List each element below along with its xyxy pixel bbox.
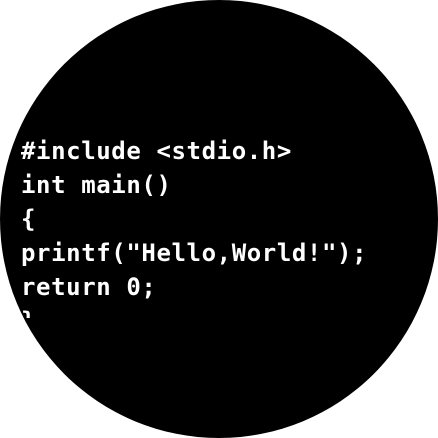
code-line-return: return 0;	[21, 273, 157, 301]
code-line-include: #include <stdio.h>	[21, 137, 292, 165]
code-line-open-brace: {	[21, 205, 37, 233]
code-line-close-brace: }	[21, 304, 367, 318]
code-snippet: #include <stdio.h> int main() { printf("Hel…	[21, 134, 367, 318]
code-line-main: int main()	[21, 171, 172, 199]
image-stage: #include <stdio.h> int main() { printf("Hel…	[0, 0, 438, 438]
black-circle: #include <stdio.h> int main() { printf("Hel…	[0, 0, 438, 438]
code-line-printf: printf("Hello,World!");	[21, 239, 368, 267]
